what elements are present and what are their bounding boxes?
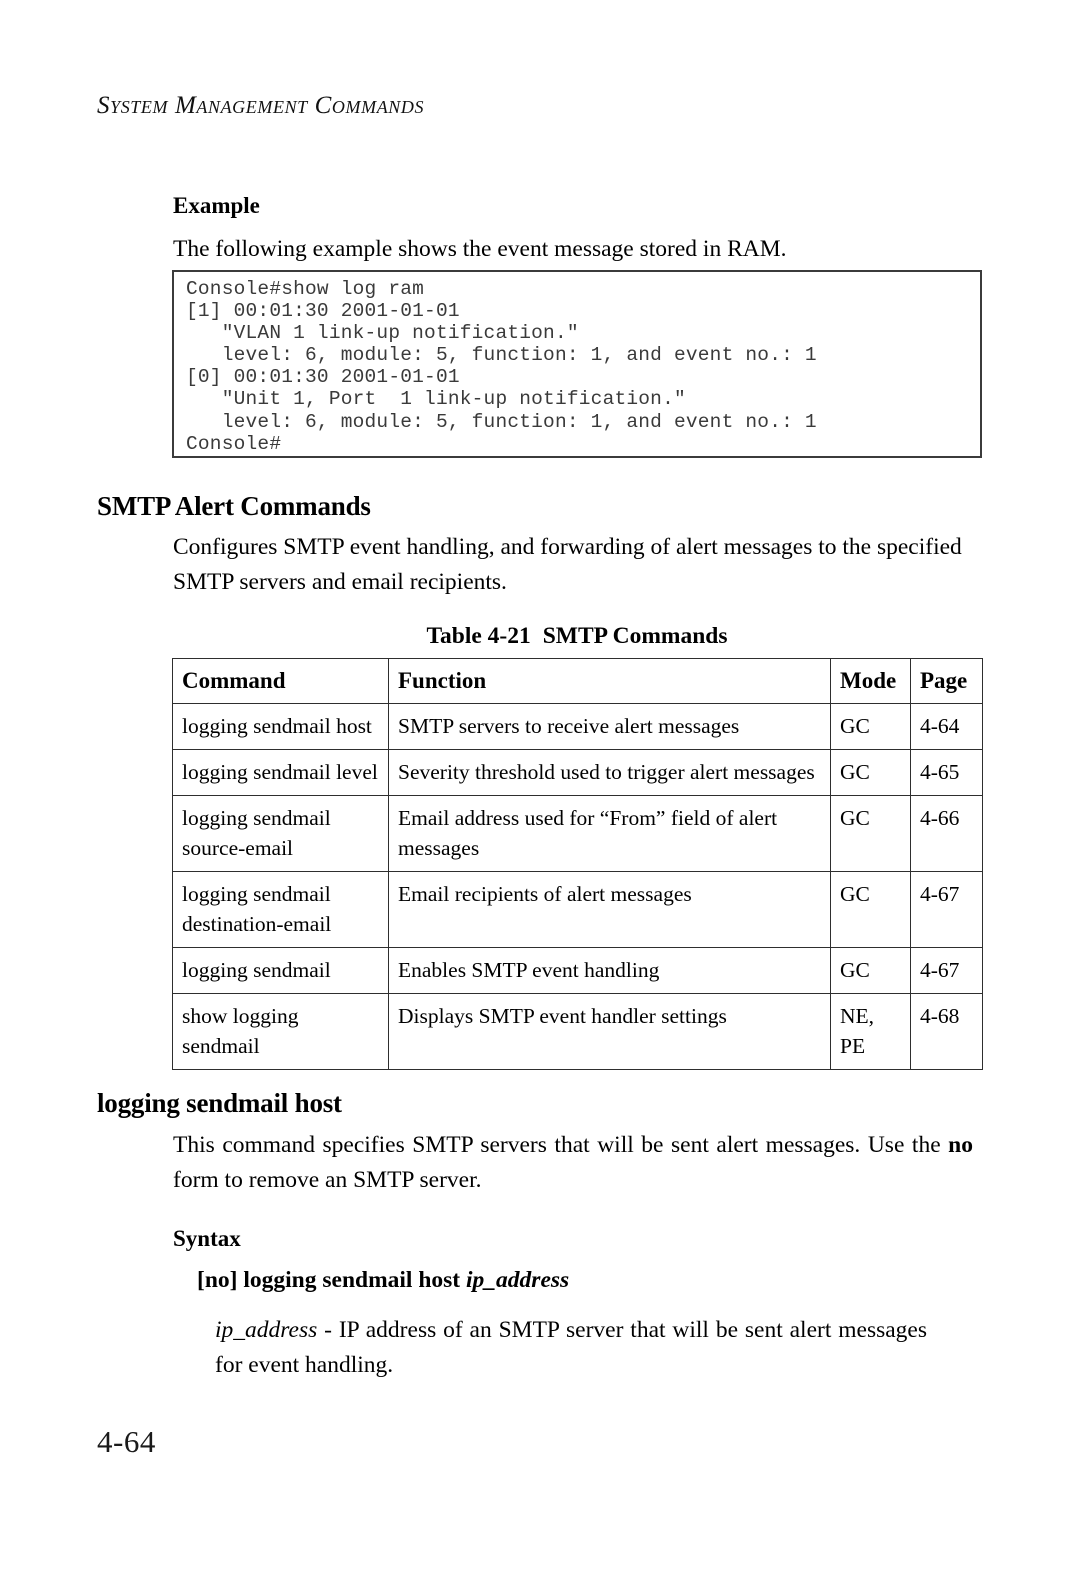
- cell-page: 4-67: [910, 871, 983, 948]
- cell-function: Email recipients of alert messages: [388, 871, 831, 948]
- cell-mode: NE, PE: [830, 993, 911, 1070]
- console-output-text: Console#show log ram [1] 00:01:30 2001-0…: [186, 278, 817, 455]
- cell-function: Displays SMTP event handler settings: [388, 993, 831, 1070]
- table-header-row: Command Function Mode Page: [172, 658, 983, 704]
- cell-page: 4-67: [910, 947, 983, 994]
- table-caption: Table 4-21 SMTP Commands: [172, 623, 982, 650]
- cell-function: Email address used for “From” field of a…: [388, 795, 831, 872]
- cell-command: logging sendmail destination-email: [172, 871, 389, 948]
- cell-page: 4-64: [910, 703, 983, 750]
- table-caption-label: Table 4-21: [426, 623, 531, 649]
- cell-function: Severity threshold used to trigger alert…: [388, 749, 831, 796]
- syntax-optional-token: [no]: [197, 1267, 238, 1293]
- column-header-function: Function: [388, 658, 831, 704]
- column-header-page: Page: [910, 658, 983, 704]
- example-heading: Example: [173, 193, 260, 218]
- smtp-section-description: Configures SMTP event handling, and forw…: [173, 534, 962, 595]
- command-description-part1: This command specifies SMTP servers that…: [173, 1132, 949, 1158]
- table-row: logging sendmail Enables SMTP event hand…: [172, 947, 983, 994]
- syntax-definition: [no] logging sendmail host ip_address: [197, 1267, 569, 1294]
- cell-command: logging sendmail: [172, 947, 389, 994]
- running-header: System Management Commands: [97, 92, 425, 119]
- cell-mode: GC: [830, 795, 911, 872]
- syntax-variable-token: ip_address: [466, 1267, 570, 1293]
- parameter-name: ip_address: [215, 1317, 318, 1343]
- cell-mode: GC: [830, 871, 911, 948]
- cell-mode: GC: [830, 703, 911, 750]
- parameter-description-text: - IP address of an SMTP server that will…: [215, 1317, 927, 1378]
- cell-page: 4-68: [910, 993, 983, 1070]
- syntax-heading: Syntax: [173, 1226, 241, 1251]
- logging-sendmail-host-heading: logging sendmail host: [97, 1088, 342, 1118]
- page-number: 4-64: [97, 1424, 156, 1459]
- document-page: System Management Commands Example The f…: [0, 0, 1080, 1570]
- table-row: show logging sendmail Displays SMTP even…: [172, 993, 983, 1070]
- example-intro-text: The following example shows the event me…: [173, 236, 787, 262]
- command-description: This command specifies SMTP servers that…: [173, 1128, 973, 1198]
- cell-function: Enables SMTP event handling: [388, 947, 831, 994]
- cell-command: show logging sendmail: [172, 993, 389, 1070]
- smtp-alert-commands-heading: SMTP Alert Commands: [97, 491, 371, 521]
- cell-command: logging sendmail host: [172, 703, 389, 750]
- table-row: logging sendmail host SMTP servers to re…: [172, 703, 983, 750]
- table-row: logging sendmail level Severity threshol…: [172, 749, 983, 796]
- table-row: logging sendmail destination-email Email…: [172, 871, 983, 948]
- cell-mode: GC: [830, 947, 911, 994]
- command-description-keyword: no: [948, 1132, 973, 1158]
- cell-page: 4-66: [910, 795, 983, 872]
- table-caption-title: SMTP Commands: [542, 623, 728, 649]
- smtp-commands-table: Command Function Mode Page logging sendm…: [172, 658, 983, 1070]
- syntax-command-token: logging sendmail host: [243, 1267, 461, 1293]
- command-description-part2: form to remove an SMTP server.: [173, 1167, 482, 1193]
- cell-mode: GC: [830, 749, 911, 796]
- cell-command: logging sendmail source-email: [172, 795, 389, 872]
- console-output-box: Console#show log ram [1] 00:01:30 2001-0…: [172, 270, 982, 458]
- cell-page: 4-65: [910, 749, 983, 796]
- parameter-description: ip_address - IP address of an SMTP serve…: [215, 1313, 927, 1383]
- column-header-command: Command: [172, 658, 389, 704]
- column-header-mode: Mode: [830, 658, 911, 704]
- cell-function: SMTP servers to receive alert messages: [388, 703, 831, 750]
- cell-command: logging sendmail level: [172, 749, 389, 796]
- table-row: logging sendmail source-email Email addr…: [172, 795, 983, 872]
